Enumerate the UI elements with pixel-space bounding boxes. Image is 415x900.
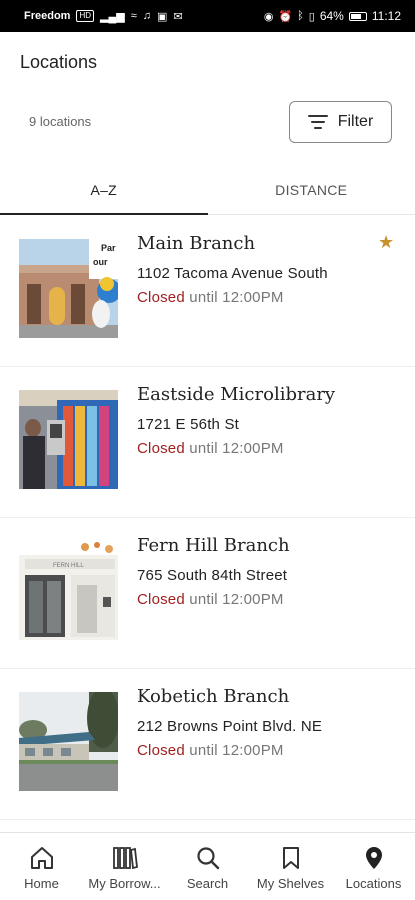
filter-button[interactable]: Filter	[289, 101, 392, 143]
list-item[interactable]: Par our Main Branch 1102 Tacoma Avenue S…	[0, 216, 415, 367]
filter-label: Filter	[337, 113, 374, 130]
nav-home[interactable]: Home	[0, 833, 83, 900]
closed-status: Closed	[137, 591, 185, 608]
location-photo: FERN HILL	[19, 541, 118, 640]
svg-text:Par: Par	[101, 243, 116, 253]
battery-percent: 64%	[319, 9, 344, 23]
wifi-icon: ≈	[130, 10, 137, 22]
status-bar: Freedom HD ▂▄▆ ≈ ♫ ▣ ✉ ◉ ⏰ ᛒ ▯ 64% 11:12	[0, 0, 415, 32]
bookmark-icon	[278, 845, 304, 871]
nav-label: My Shelves	[256, 876, 325, 891]
filter-icon	[307, 115, 328, 129]
closed-status: Closed	[137, 289, 185, 306]
location-pin-icon	[361, 845, 387, 871]
tab-a-z[interactable]: A–Z	[0, 165, 208, 215]
location-photo: Par our	[19, 239, 118, 338]
tab-distance[interactable]: DISTANCE	[208, 165, 415, 214]
reopen-time: until 12:00PM	[189, 440, 284, 457]
hd-badge: HD	[76, 10, 95, 22]
location-photo	[19, 390, 118, 489]
signal-icon: ▂▄▆	[100, 10, 125, 23]
page-title: Locations	[20, 52, 98, 72]
eye-icon: ◉	[263, 10, 274, 23]
location-name: Eastside Microlibrary	[137, 384, 336, 405]
location-address: 1102 Tacoma Avenue South	[137, 265, 328, 282]
reopen-time: until 12:00PM	[189, 289, 284, 306]
battery-icon	[348, 11, 367, 21]
favorite-star-icon[interactable]: ★	[378, 232, 394, 253]
nav-label: My Borrow...	[88, 876, 161, 891]
search-icon	[195, 845, 221, 871]
list-item[interactable]: Kobetich Branch 212 Browns Point Blvd. N…	[0, 669, 415, 820]
list-item[interactable]: FERN HILL Fern Hill Branch 765 South 84t…	[0, 518, 415, 669]
bottom-nav: Home My Borrow... Search My Shelves Loca…	[0, 832, 415, 900]
location-address: 765 South 84th Street	[137, 567, 288, 584]
location-hours: Closed until 12:00PM	[137, 440, 284, 457]
reopen-time: until 12:00PM	[189, 742, 284, 759]
app-icon: ▣	[157, 10, 168, 23]
music-icon: ♫	[142, 10, 152, 22]
closed-status: Closed	[137, 742, 185, 759]
nav-my-shelves[interactable]: My Shelves	[249, 833, 332, 900]
nav-locations[interactable]: Locations	[332, 833, 415, 900]
nav-label: Search	[186, 876, 229, 891]
books-icon	[112, 845, 138, 871]
location-hours: Closed until 12:00PM	[137, 289, 284, 306]
location-count: 9 locations	[29, 114, 92, 129]
alarm-icon: ⏰	[278, 10, 293, 23]
location-address: 212 Browns Point Blvd. NE	[137, 718, 323, 735]
mail-icon: ✉	[173, 10, 183, 23]
bluetooth-icon: ᛒ	[297, 10, 304, 22]
nav-search[interactable]: Search	[166, 833, 249, 900]
location-name: Kobetich Branch	[137, 686, 290, 707]
nav-my-borrowing[interactable]: My Borrow...	[83, 833, 166, 900]
nav-label: Home	[24, 876, 59, 891]
location-hours: Closed until 12:00PM	[137, 742, 284, 759]
location-name: Fern Hill Branch	[137, 535, 290, 556]
location-name: Main Branch	[137, 233, 256, 254]
location-hours: Closed until 12:00PM	[137, 591, 284, 608]
carrier-name: Freedom	[24, 10, 71, 22]
sort-tabs: A–Z DISTANCE	[0, 165, 415, 215]
home-icon	[29, 845, 55, 871]
location-address: 1721 E 56th St	[137, 416, 240, 433]
location-photo	[19, 692, 118, 791]
nav-label: Locations	[345, 876, 402, 891]
vibrate-icon: ▯	[308, 10, 315, 23]
svg-text:FERN HILL: FERN HILL	[53, 563, 84, 569]
locations-list: Par our Main Branch 1102 Tacoma Avenue S…	[0, 216, 415, 820]
closed-status: Closed	[137, 440, 185, 457]
svg-text:our: our	[93, 257, 108, 267]
list-item[interactable]: Eastside Microlibrary 1721 E 56th St Clo…	[0, 367, 415, 518]
reopen-time: until 12:00PM	[189, 591, 284, 608]
clock: 11:12	[371, 9, 401, 23]
